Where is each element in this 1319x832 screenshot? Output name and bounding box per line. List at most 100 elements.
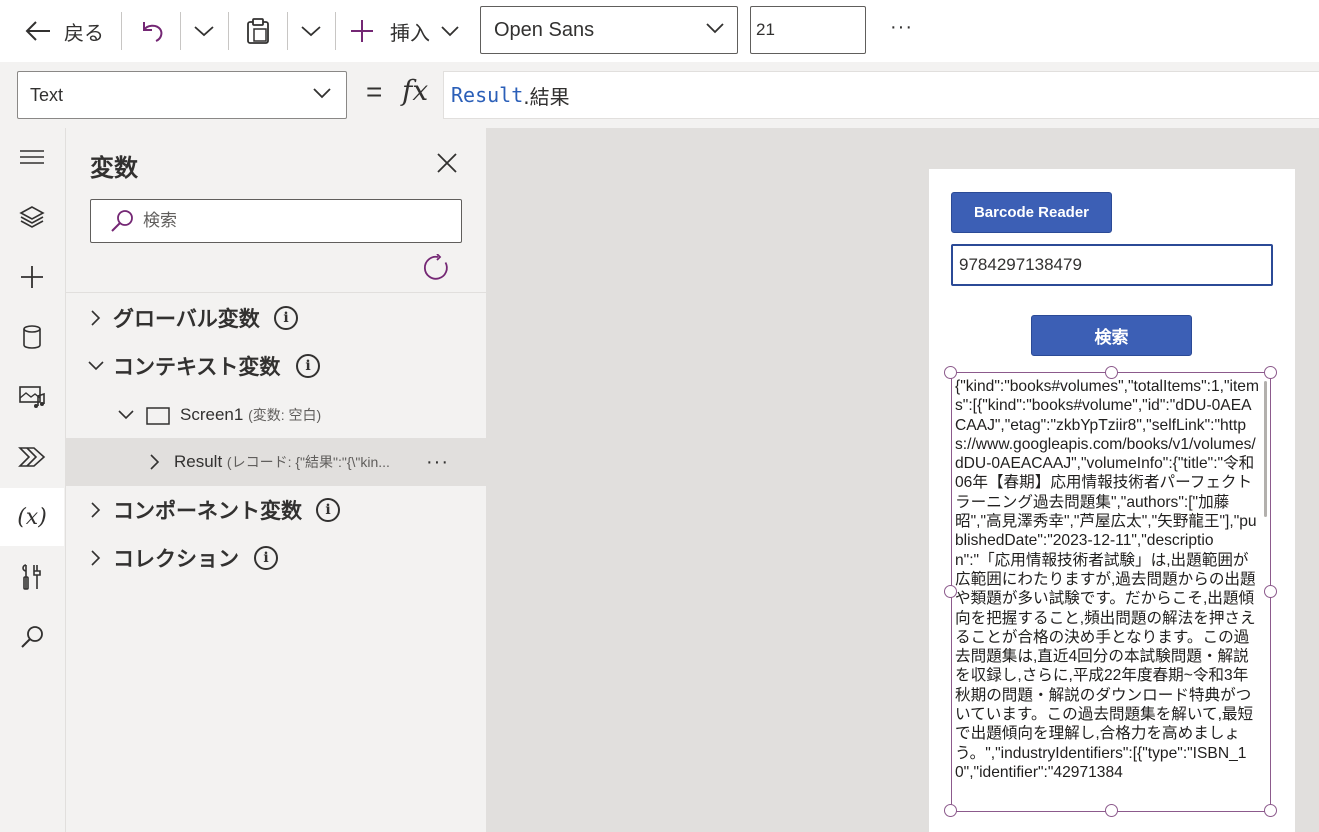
close-pane-button[interactable] — [436, 152, 458, 179]
insert-label: 挿入 — [390, 22, 430, 45]
result-name: Result — [174, 452, 223, 471]
back-button[interactable]: 戻る — [24, 0, 104, 62]
resize-handle-right[interactable] — [1264, 585, 1277, 598]
media-icon — [19, 386, 45, 408]
paste-button[interactable] — [245, 0, 271, 62]
tree-view-button[interactable] — [0, 188, 64, 246]
pane-title: 変数 — [90, 155, 138, 182]
section-context-variables[interactable]: コンテキスト変数 i — [66, 342, 486, 390]
result-box: {"kind":"books#volumes","totalItems":1,"… — [951, 372, 1271, 812]
search-icon — [21, 626, 43, 648]
resize-handle-left[interactable] — [944, 585, 957, 598]
more-commands-button[interactable]: ··· — [890, 16, 913, 39]
barcode-reader-button[interactable]: Barcode Reader — [951, 192, 1112, 233]
result-more-button[interactable]: ··· — [426, 451, 449, 474]
formula-token-variable: Result — [451, 83, 524, 107]
result-label: Result (レコード: {"結果":"{\"kin... — [174, 452, 390, 472]
variables-search-box[interactable] — [90, 199, 462, 243]
search-icon — [111, 210, 133, 232]
menu-button[interactable] — [0, 128, 64, 186]
screen1-name: Screen1 — [180, 405, 244, 424]
chevron-right-icon — [86, 500, 106, 520]
divider — [287, 12, 288, 50]
formula-bar: Text = fx Result .結果 — [0, 62, 1319, 128]
tools-icon — [22, 564, 41, 590]
arrow-left-icon — [25, 21, 50, 41]
result-text: {"kind":"books#volumes","totalItems":1,"… — [955, 378, 1259, 781]
chevron-down-icon — [194, 26, 214, 37]
resize-handle-bottom-left[interactable] — [944, 804, 957, 817]
info-icon[interactable]: i — [274, 306, 298, 330]
divider — [228, 12, 229, 50]
section-label: コンポーネント変数 — [113, 500, 302, 523]
undo-button[interactable] — [138, 0, 166, 62]
font-size-input[interactable]: 21 — [750, 6, 866, 54]
layers-icon — [19, 206, 45, 228]
insert-panel-button[interactable] — [0, 248, 64, 306]
info-icon[interactable]: i — [316, 498, 340, 522]
design-canvas: Barcode Reader 9784297138479 検索 {"kind":… — [486, 128, 1319, 832]
isbn-input[interactable]: 9784297138479 — [951, 244, 1273, 286]
search-panel-button[interactable] — [0, 608, 64, 666]
power-automate-icon — [18, 447, 46, 467]
resize-handle-top-right[interactable] — [1264, 366, 1277, 379]
chevron-right-icon — [86, 308, 106, 328]
chevron-down-icon — [116, 405, 136, 425]
divider — [335, 12, 336, 50]
result-label-control[interactable]: {"kind":"books#volumes","totalItems":1,"… — [951, 372, 1271, 812]
info-icon[interactable]: i — [296, 354, 320, 378]
font-family-dropdown[interactable]: Open Sans — [480, 6, 738, 54]
chevron-right-icon — [145, 452, 165, 472]
chevron-down-icon — [86, 356, 106, 376]
undo-dropdown[interactable] — [193, 0, 215, 62]
variables-search-input[interactable] — [143, 211, 443, 231]
tree-item-result[interactable]: Result (レコード: {"結果":"{\"kin... ··· — [66, 438, 486, 486]
menu-icon — [20, 150, 44, 164]
data-button[interactable] — [0, 308, 64, 366]
plus-icon — [351, 20, 373, 42]
section-label: コンテキスト変数 — [113, 356, 281, 379]
formula-token-field: .結果 — [523, 84, 570, 109]
resize-handle-top-left[interactable] — [944, 366, 957, 379]
fx-icon[interactable]: fx — [402, 74, 428, 107]
section-component-variables[interactable]: コンポーネント変数 i — [66, 486, 486, 534]
tree-item-screen1[interactable]: Screen1 (変数: 空白) — [66, 391, 486, 439]
divider — [121, 12, 122, 50]
insert-button[interactable]: 挿入 — [350, 0, 460, 62]
chevron-down-icon — [706, 23, 724, 34]
search-button[interactable]: 検索 — [1031, 315, 1192, 356]
advanced-tools-button[interactable] — [0, 548, 64, 606]
scrollbar-thumb[interactable] — [1264, 381, 1267, 517]
undo-icon — [143, 22, 163, 42]
variables-pane: 変数 グローバル変数 i コンテキスト変数 i Screen1 (変数: 空白) — [66, 128, 486, 832]
section-global-variables[interactable]: グローバル変数 i — [66, 294, 486, 342]
screen1-meta: (変数: 空白) — [248, 407, 322, 423]
refresh-icon — [423, 253, 448, 280]
back-label: 戻る — [64, 22, 104, 45]
section-collections[interactable]: コレクション i — [66, 534, 486, 582]
power-automate-button[interactable] — [0, 428, 64, 486]
resize-handle-top[interactable] — [1105, 366, 1118, 379]
property-dropdown[interactable]: Text — [17, 71, 347, 119]
chevron-down-icon — [301, 26, 321, 37]
chevron-down-icon — [313, 88, 331, 99]
variables-button[interactable]: (x) — [0, 488, 64, 546]
resize-handle-bottom-right[interactable] — [1264, 804, 1277, 817]
app-screen: Barcode Reader 9784297138479 検索 {"kind":… — [929, 169, 1295, 832]
screen-icon — [146, 407, 170, 425]
resize-handle-bottom[interactable] — [1105, 804, 1118, 817]
plus-icon — [21, 266, 43, 288]
refresh-button[interactable] — [423, 253, 451, 287]
screen1-label: Screen1 (変数: 空白) — [180, 405, 321, 425]
info-icon[interactable]: i — [254, 546, 278, 570]
equals-sign: = — [366, 76, 383, 107]
property-value: Text — [30, 84, 64, 105]
divider — [180, 12, 181, 50]
section-label: コレクション — [113, 548, 239, 571]
divider — [66, 292, 486, 293]
formula-input[interactable]: Result .結果 — [443, 71, 1319, 119]
clipboard-icon — [247, 18, 269, 44]
media-button[interactable] — [0, 368, 64, 426]
paste-dropdown[interactable] — [300, 0, 322, 62]
close-icon — [437, 153, 457, 173]
